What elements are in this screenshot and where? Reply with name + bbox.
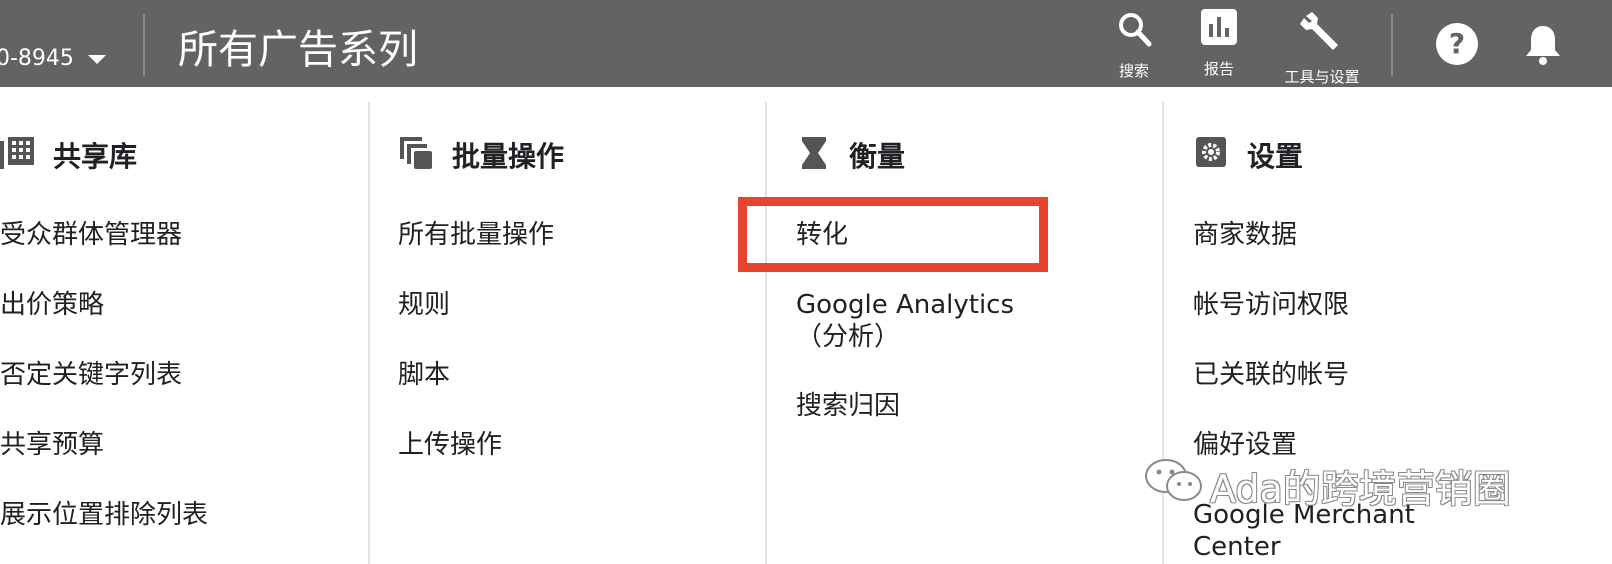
- search-label: 搜索: [1118, 62, 1149, 80]
- menu-item-search-attribution[interactable]: 搜索归因: [796, 390, 900, 422]
- reports-icon: [1201, 9, 1237, 45]
- menu-item-placement-exclusion-lists[interactable]: 展示位置排除列表: [0, 499, 208, 531]
- menu-item-uploads[interactable]: 上传操作: [398, 429, 502, 461]
- grid-library-icon: [0, 137, 34, 169]
- column-title: 设置: [1247, 140, 1304, 173]
- gear-icon: [1196, 137, 1226, 167]
- menu-item-google-analytics[interactable]: Google Analytics（分析）: [796, 289, 1058, 353]
- help-icon: ?: [1436, 23, 1478, 65]
- reports-label: 报告: [1203, 60, 1234, 78]
- menu-item-preferences[interactable]: 偏好设置: [1193, 429, 1297, 461]
- header-divider: [143, 14, 145, 76]
- column-divider: [368, 102, 370, 564]
- wrench-icon: [1300, 12, 1338, 50]
- notifications-button[interactable]: [1522, 22, 1564, 66]
- column-divider: [765, 102, 767, 564]
- tools-settings-button[interactable]: 工具与设置: [1276, 8, 1368, 86]
- header-divider-right: [1391, 14, 1393, 76]
- column-title: 衡量: [849, 140, 906, 173]
- bell-icon: [1526, 26, 1560, 65]
- menu-item-business-data[interactable]: 商家数据: [1193, 219, 1297, 251]
- reports-button[interactable]: 报告: [1190, 6, 1248, 80]
- menu-item-rules[interactable]: 规则: [398, 289, 450, 321]
- hourglass-icon: [802, 137, 826, 169]
- menu-item-all-bulk-actions[interactable]: 所有批量操作: [398, 219, 554, 251]
- search-icon: [1119, 13, 1152, 47]
- wechat-icon: [1145, 459, 1202, 501]
- watermark-text: Ada的跨境营销圈: [1210, 467, 1511, 511]
- menu-item-linked-accounts[interactable]: 已关联的帐号: [1193, 359, 1349, 391]
- menu-item-audience-manager[interactable]: 受众群体管理器: [0, 219, 182, 251]
- account-id: 0-8945: [0, 46, 74, 71]
- top-app-bar: 0-8945 所有广告系列 搜索 报告 工具与设置 ?: [0, 0, 1612, 87]
- column-title: 批量操作: [452, 140, 565, 173]
- page-title: 所有广告系列: [178, 27, 418, 73]
- menu-item-negative-keyword-lists[interactable]: 否定关键字列表: [0, 359, 182, 391]
- search-button[interactable]: 搜索: [1106, 8, 1162, 82]
- conversions-highlight-box: [738, 197, 1048, 272]
- tools-settings-label: 工具与设置: [1284, 68, 1360, 86]
- account-selector[interactable]: 0-8945: [0, 46, 106, 71]
- menu-item-shared-budgets[interactable]: 共享预算: [0, 429, 104, 461]
- menu-item-account-access[interactable]: 帐号访问权限: [1193, 289, 1349, 321]
- help-button[interactable]: ?: [1435, 22, 1479, 66]
- column-title: 共享库: [53, 140, 138, 173]
- chevron-down-icon: [87, 54, 106, 64]
- menu-item-bid-strategies[interactable]: 出价策略: [0, 289, 104, 321]
- stacked-pages-icon: [400, 137, 432, 169]
- svg-text:?: ?: [1449, 27, 1465, 60]
- menu-item-scripts[interactable]: 脚本: [398, 359, 450, 391]
